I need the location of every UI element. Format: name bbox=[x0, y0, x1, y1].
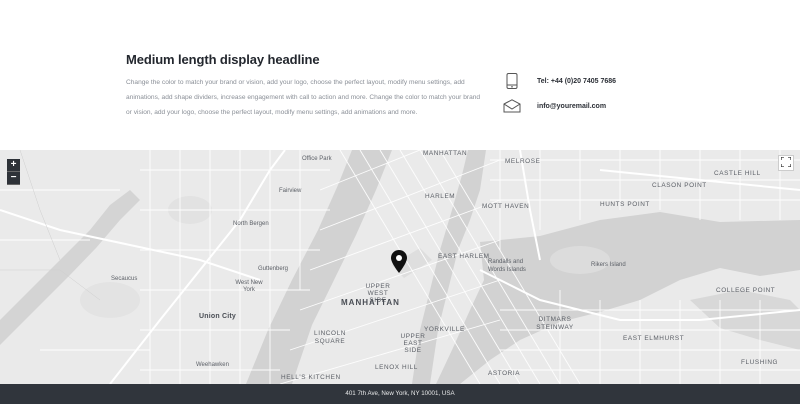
phone-icon bbox=[503, 73, 521, 89]
map-label: CLASON POINT bbox=[652, 182, 707, 189]
map-label: MOTT HAVEN bbox=[482, 203, 530, 210]
map-label: Weehawken bbox=[196, 362, 229, 368]
contact-email: info@youremail.com bbox=[503, 98, 606, 114]
map-label: YORKVILLE bbox=[424, 326, 465, 333]
map-label: LENOX HILL bbox=[375, 364, 418, 371]
map-label: MANHATTAN bbox=[423, 150, 468, 157]
map-label: West New York bbox=[235, 280, 263, 293]
map-pin-icon[interactable] bbox=[391, 250, 407, 279]
map-label: Secaucus bbox=[111, 276, 138, 282]
section-body-text: Change the color to match your brand or … bbox=[126, 79, 481, 116]
section-headline: Medium length display headline bbox=[126, 52, 320, 67]
map-label: Rikers Island bbox=[591, 262, 626, 268]
envelope-icon bbox=[503, 98, 521, 114]
map-label: North Bergen bbox=[233, 221, 269, 227]
email-address[interactable]: info@youremail.com bbox=[537, 103, 606, 110]
map-label: LINCOLN SQUARE bbox=[314, 330, 346, 345]
map-label: Fairview bbox=[279, 188, 302, 194]
map-label: HARLEM bbox=[425, 193, 456, 200]
map-label: FLUSHING bbox=[741, 359, 779, 366]
map-label: Union City bbox=[199, 313, 236, 320]
map-label: HELL'S KITCHEN bbox=[281, 374, 341, 381]
map-label: CASTLE HILL bbox=[714, 170, 761, 177]
zoom-controls: + − bbox=[7, 159, 20, 185]
map-label: EAST ELMHURST bbox=[623, 335, 685, 342]
map-label: COLLEGE POINT bbox=[716, 287, 776, 294]
footer-address: 401 7th Ave, New York, NY 10001, USA bbox=[345, 390, 455, 397]
map-label: Randalls and Words Islands bbox=[488, 259, 526, 273]
map-label: MELROSE bbox=[505, 158, 541, 165]
zoom-out-button[interactable]: − bbox=[7, 172, 20, 185]
phone-number[interactable]: Tel: +44 (0)20 7405 7686 bbox=[537, 78, 616, 85]
map-label: MANHATTAN bbox=[341, 298, 400, 307]
zoom-in-button[interactable]: + bbox=[7, 159, 20, 172]
map-label: ASTORIA bbox=[488, 370, 521, 377]
contact-section: Medium length display headline Change th… bbox=[0, 0, 800, 150]
map-label: HUNTS POINT bbox=[600, 201, 650, 208]
map-label: EAST HARLEM bbox=[438, 253, 490, 260]
map-label: DITMARS STEINWAY bbox=[536, 316, 574, 331]
map-label: Guttenberg bbox=[258, 266, 289, 272]
footer-address-bar: 401 7th Ave, New York, NY 10001, USA bbox=[0, 384, 800, 404]
map-label: Office Park bbox=[302, 156, 332, 162]
fullscreen-icon bbox=[780, 154, 792, 172]
fullscreen-button[interactable] bbox=[778, 155, 794, 171]
map[interactable]: Office Park MANHATTAN MELROSE CASTLE HIL… bbox=[0, 150, 800, 384]
map-label: UPPER EAST SIDE bbox=[400, 333, 426, 354]
contact-phone: Tel: +44 (0)20 7405 7686 bbox=[503, 73, 616, 89]
